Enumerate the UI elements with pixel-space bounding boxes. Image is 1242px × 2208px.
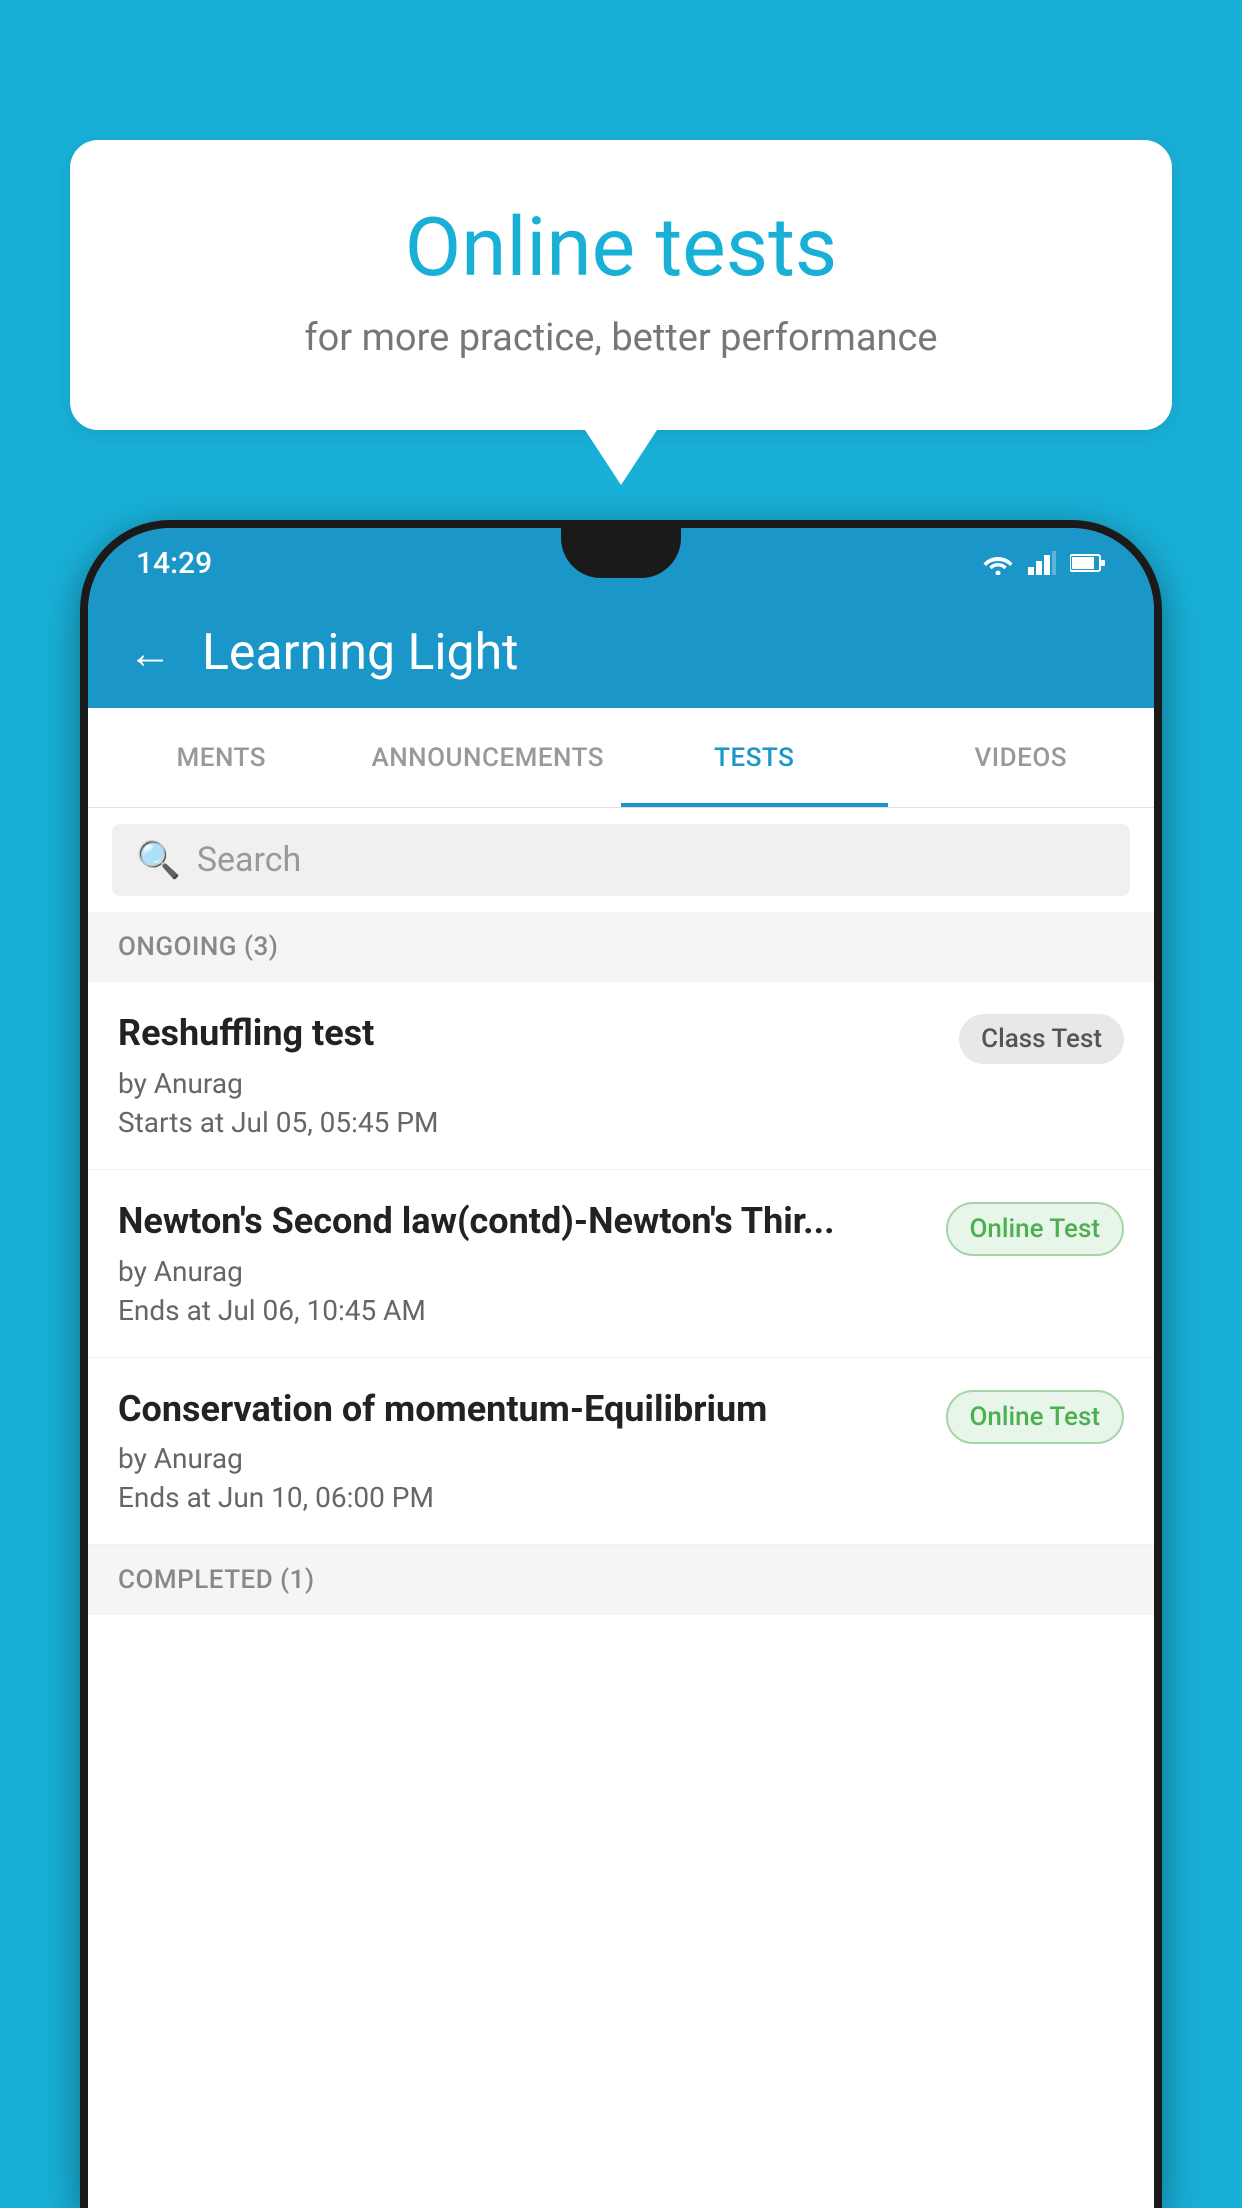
test-list: Reshuffling test by Anurag Starts at Jul… (88, 982, 1154, 1545)
completed-section-header: COMPLETED (1) (88, 1545, 1154, 1615)
wifi-icon (982, 551, 1014, 575)
test-badge: Online Test (946, 1390, 1125, 1444)
battery-icon (1070, 553, 1106, 573)
test-date: Ends at Jul 06, 10:45 AM (118, 1294, 926, 1327)
ongoing-label: ONGOING (3) (118, 932, 278, 962)
status-bar: 14:29 (88, 528, 1154, 598)
phone-frame: 14:29 (80, 520, 1162, 2208)
test-title: Reshuffling test (118, 1010, 939, 1057)
tabs-bar: MENTS ANNOUNCEMENTS TESTS VIDEOS (88, 708, 1154, 808)
bubble-title: Online tests (150, 200, 1092, 296)
test-author: by Anurag (118, 1442, 926, 1475)
signal-icon (1028, 551, 1056, 575)
test-item[interactable]: Reshuffling test by Anurag Starts at Jul… (88, 982, 1154, 1170)
test-info: Reshuffling test by Anurag Starts at Jul… (118, 1010, 939, 1139)
test-info: Conservation of momentum-Equilibrium by … (118, 1386, 926, 1515)
speech-bubble-container: Online tests for more practice, better p… (70, 140, 1172, 430)
test-date: Starts at Jul 05, 05:45 PM (118, 1106, 939, 1139)
test-info: Newton's Second law(contd)-Newton's Thir… (118, 1198, 926, 1327)
app-bar: ← Learning Light (88, 598, 1154, 708)
search-bar[interactable]: 🔍 Search (112, 824, 1130, 896)
test-title: Newton's Second law(contd)-Newton's Thir… (118, 1198, 926, 1245)
bubble-subtitle: for more practice, better performance (150, 316, 1092, 360)
search-icon: 🔍 (136, 839, 181, 881)
test-badge: Online Test (946, 1202, 1125, 1256)
test-title: Conservation of momentum-Equilibrium (118, 1386, 926, 1433)
tab-videos[interactable]: VIDEOS (888, 708, 1155, 807)
search-input[interactable]: Search (197, 840, 301, 880)
phone-screen: 14:29 (88, 528, 1154, 2208)
test-item[interactable]: Newton's Second law(contd)-Newton's Thir… (88, 1170, 1154, 1358)
test-author: by Anurag (118, 1255, 926, 1288)
search-bar-container: 🔍 Search (88, 808, 1154, 912)
status-icons (982, 551, 1106, 575)
speech-bubble: Online tests for more practice, better p… (70, 140, 1172, 430)
test-date: Ends at Jun 10, 06:00 PM (118, 1481, 926, 1514)
test-author: by Anurag (118, 1067, 939, 1100)
tab-announcements[interactable]: ANNOUNCEMENTS (355, 708, 622, 807)
back-button[interactable]: ← (128, 627, 172, 679)
ongoing-section-header: ONGOING (3) (88, 912, 1154, 982)
status-time: 14:29 (136, 546, 212, 581)
test-item[interactable]: Conservation of momentum-Equilibrium by … (88, 1358, 1154, 1546)
phone-inner: 14:29 (88, 528, 1154, 2208)
notch (561, 528, 681, 578)
tab-tests[interactable]: TESTS (621, 708, 888, 807)
app-bar-title: Learning Light (202, 624, 519, 682)
completed-label: COMPLETED (1) (118, 1565, 315, 1595)
test-badge: Class Test (959, 1014, 1124, 1064)
tab-ments[interactable]: MENTS (88, 708, 355, 807)
